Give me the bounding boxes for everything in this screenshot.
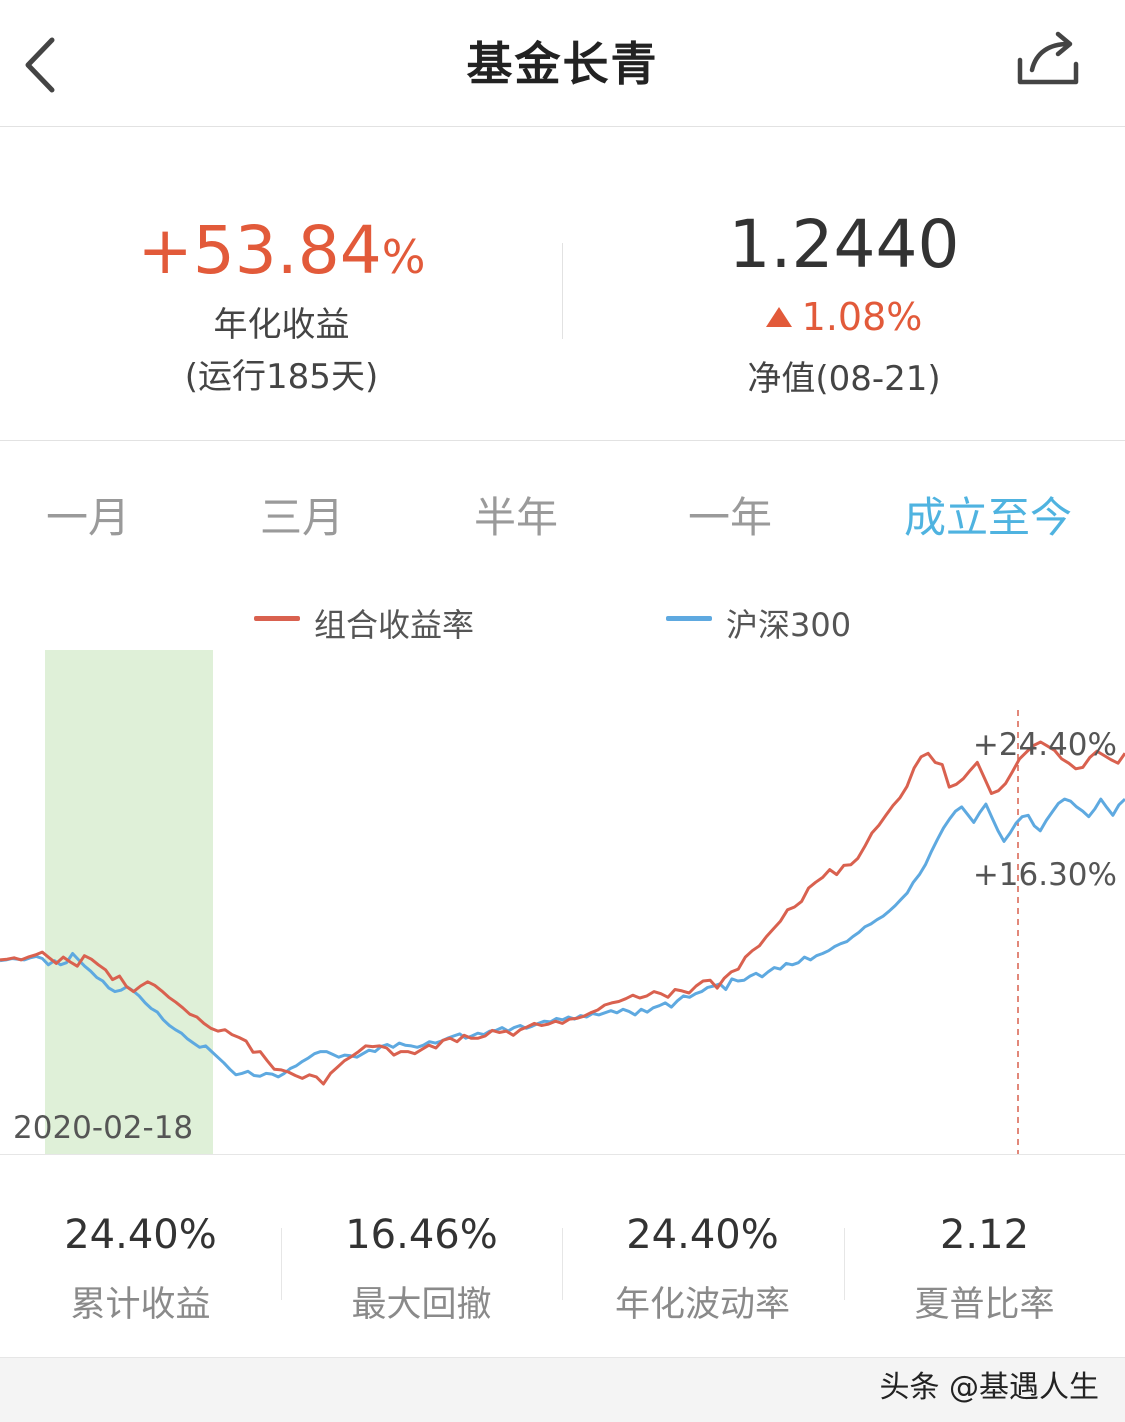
stat-cumulative-return-label: 累计收益 — [70, 1285, 211, 1325]
stat-sharpe-label: 夏普比率 — [914, 1285, 1055, 1325]
tab-1m[interactable]: 一月 — [18, 484, 158, 545]
tab-6m[interactable]: 半年 — [446, 484, 586, 545]
tab-since-inception[interactable]: 成立至今 — [888, 484, 1088, 545]
stat-max-drawdown-label: 最大回撤 — [351, 1285, 492, 1325]
chart-baseline — [0, 1154, 1125, 1155]
nav-change: 1.08% — [563, 295, 1125, 339]
legend-portfolio-label: 组合收益率 — [314, 606, 475, 644]
page-title: 基金长青 — [466, 37, 659, 91]
stat-volatility-label: 年化波动率 — [614, 1285, 790, 1325]
return-line-chart[interactable]: +24.40% +16.30% 2020-02-18 — [0, 650, 1125, 1155]
legend-benchmark-swatch — [666, 616, 712, 621]
stat-volatility-value: 24.40% — [626, 1212, 779, 1258]
nav-date-label: 净值(08-21) — [747, 359, 941, 399]
stat-max-drawdown-value: 16.46% — [345, 1212, 498, 1258]
run-days-label: (运行185天) — [184, 357, 379, 397]
fund-summary: +53.84% 年化收益 (运行185天) 1.2440 1.08% 净值(08… — [0, 127, 1125, 441]
legend-portfolio-swatch — [254, 616, 300, 621]
legend-benchmark-label: 沪深300 — [726, 606, 852, 644]
tab-1y[interactable]: 一年 — [660, 484, 800, 545]
stat-cumulative-return-value: 24.40% — [64, 1212, 217, 1258]
drawdown-start-date: 2020-02-18 — [13, 1110, 193, 1146]
watermark-text: 头条 @基遇人生 — [879, 1370, 1099, 1405]
nav-value: 1.2440 — [728, 206, 960, 283]
tab-3m[interactable]: 三月 — [232, 484, 372, 545]
share-icon[interactable] — [1012, 30, 1084, 90]
drawdown-highlight — [45, 650, 213, 1155]
stat-sharpe-value: 2.12 — [939, 1212, 1030, 1258]
benchmark-end-label: +16.30% — [973, 857, 1117, 893]
portfolio-end-label: +24.40% — [973, 727, 1117, 763]
annual-return-label: 年化收益 — [213, 305, 350, 345]
annual-return-value: +53.84% — [137, 212, 426, 289]
up-triangle-icon — [765, 307, 792, 327]
top-navigation-bar: 基金长青 — [0, 0, 1125, 127]
